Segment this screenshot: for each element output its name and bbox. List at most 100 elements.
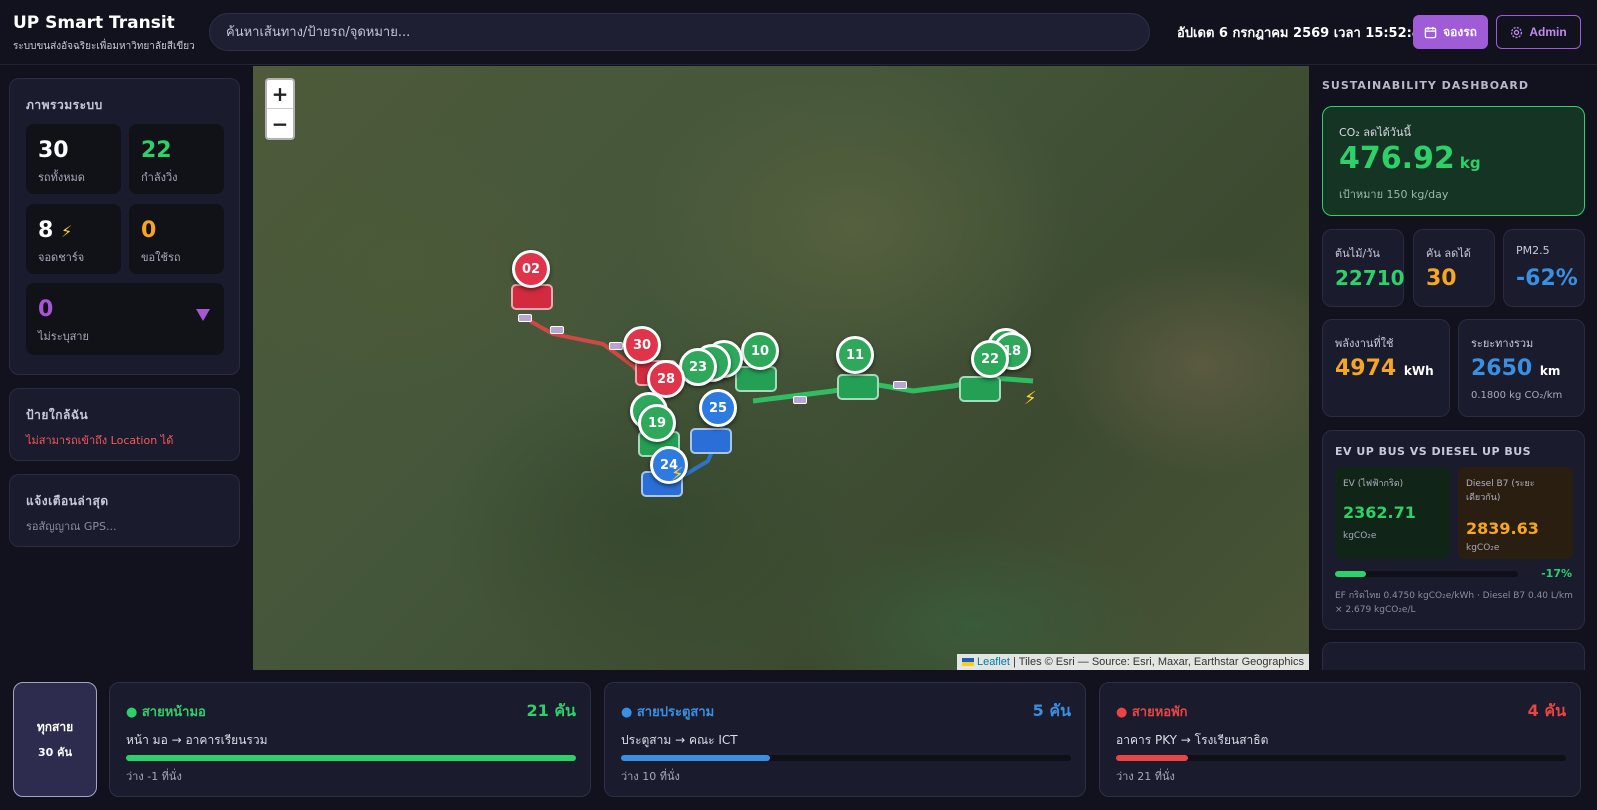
comparison-note: EF กริดไทย 0.4750 kgCO₂e/kWh · Diesel B7… [1335,591,1573,615]
route-seats: ว่าง -1 ที่นั่ง [126,770,182,783]
route-seats: ว่าง 21 ที่นั่ง [1116,770,1175,783]
bus-icon[interactable] [735,366,777,392]
energy-label: พลังงานที่ใช้ [1335,337,1394,350]
diesel-label: Diesel B7 (ระยะเดียวกัน) [1466,479,1535,503]
zoom-out-button[interactable]: − [267,109,293,138]
overview-title: ภาพรวมระบบ [26,98,103,112]
nearby-title: ป้ายใกล้ฉัน [26,408,89,422]
top-header: UP Smart Transit ระบบขนส่งอัจฉริยะเพื่อม… [0,0,1597,65]
chevron-down-icon [196,309,210,321]
admin-button[interactable]: Admin [1496,15,1581,49]
route-capacity-fill [126,755,576,761]
stat-running-value: 22 [141,138,172,163]
trees-value: 22710 [1335,266,1405,290]
ev-label: EV (ไฟฟ้ากริด) [1343,479,1404,489]
stat-requests-value: 0 [141,218,157,243]
next-card-partial [1322,642,1585,672]
bus-stop[interactable] [793,396,807,404]
pm25-card: PM2.5 -62% [1503,229,1585,307]
search-input[interactable] [209,13,1150,51]
route-seats: ว่าง 10 ที่นั่ง [621,770,680,783]
all-routes-label: ทุกสาย [36,720,74,734]
cars-value: 30 [1426,266,1457,291]
alerts-title: แจ้งเตือนล่าสุด [26,494,109,508]
diesel-box: Diesel B7 (ระยะเดียวกัน) 2839.63 kgCO₂e [1458,467,1573,559]
alerts-message: รอสัญญาณ GPS... [26,520,117,533]
distance-label: ระยะทางรวม [1471,337,1534,350]
route-name: ● สายหน้ามอ [126,705,206,720]
ev-diesel-comparison: EV UP BUS VS DIESEL UP BUS EV (ไฟฟ้ากริด… [1322,430,1585,630]
comparison-bar [1335,571,1518,577]
distance-note: 0.1800 kg CO₂/km [1471,390,1563,401]
route-card-front[interactable]: ● สายหน้ามอ 21 คัน หน้า มอ → อาคารเรียนร… [109,682,591,797]
route-count: 21 คัน [526,701,576,720]
ev-box: EV (ไฟฟ้ากริด) 2362.71 kgCO₂e [1335,467,1450,559]
pm25-label: PM2.5 [1516,244,1550,257]
route-lines [529,319,1034,488]
bus-icon[interactable] [959,376,1001,402]
comparison-bar-fill [1335,571,1367,577]
bus-marker[interactable]: 22 [971,340,1009,378]
app-subtitle: ระบบขนส่งอัจฉริยะเพื่อมหาวิทยาลัยสีเขียว [13,41,195,52]
all-routes-count: 30 คัน [37,746,72,759]
stat-total: 30 รถทั้งหมด [26,124,121,194]
alerts-card: แจ้งเตือนล่าสุด รอสัญญาณ GPS... [9,474,240,547]
last-updated: อัปเดต 6 กรกฎาคม 2569 เวลา 15:52:46 [1177,26,1430,41]
bus-icon[interactable] [690,428,732,454]
bus-icon[interactable] [837,374,879,400]
route-bar: ทุกสาย 30 คัน ● สายหน้ามอ 21 คัน หน้า มอ… [0,670,1597,810]
route-card-gate3[interactable]: ● สายประตูสาม 5 คัน ประตูสาม → คณะ ICT ว… [604,682,1086,797]
comparison-diff: -17% [1541,567,1572,580]
stat-charging-label: จอดชาร์จ [38,251,85,264]
ev-value: 2362.71 [1343,503,1416,522]
route-capacity-bar [1116,755,1566,761]
distance-unit: km [1539,364,1561,378]
bus-marker[interactable]: 25 [699,389,737,427]
attribution-text: | Tiles © Esri — Source: Esri, Maxar, Ea… [1009,656,1304,668]
leaflet-link[interactable]: Leaflet [977,656,1010,668]
bus-marker[interactable]: 10 [741,332,779,370]
cars-card: คัน ลดได้ 30 [1413,229,1495,307]
route-card-dorm[interactable]: ● สายหอพัก 4 คัน อาคาร PKY → โรงเรียนสาธ… [1099,682,1581,797]
energy-card: พลังงานที่ใช้ 4974 kWh [1322,319,1450,417]
bus-marker[interactable]: 02 [512,250,550,288]
ukraine-flag-icon [961,658,974,667]
calendar-icon [1424,26,1437,38]
route-path: อาคาร PKY → โรงเรียนสาธิต [1116,733,1269,747]
co2-card: CO₂ ลดได้วันนี้ 476.92 kg เป้าหมาย 150 k… [1322,106,1585,216]
stat-unassigned[interactable]: 0 ไม่ระบุสาย [26,283,224,355]
stat-charging: 8 ⚡ จอดชาร์จ [26,204,121,274]
bus-stop[interactable] [893,381,907,389]
stat-total-label: รถทั้งหมด [38,171,85,184]
pm25-value: -62% [1516,266,1578,291]
bus-stop[interactable] [550,326,564,334]
route-capacity-fill [1116,755,1188,761]
distance-value-row: 2650 km [1471,356,1560,381]
route-name: ● สายหอพัก [1116,705,1188,720]
bus-stop[interactable] [609,342,623,350]
energy-value-row: 4974 kWh [1335,356,1434,381]
bus-marker[interactable]: 11 [836,336,874,374]
trees-label: ต้นไม้/วัน [1335,247,1380,260]
energy-unit: kWh [1403,364,1434,378]
all-routes-button[interactable]: ทุกสาย 30 คัน [13,682,97,797]
route-path: หน้า มอ → อาคารเรียนรวม [126,733,268,747]
overview-card: ภาพรวมระบบ 30 รถทั้งหมด 22 กำลังวิ่ง 8 ⚡… [9,78,240,375]
bus-marker[interactable]: 30 [623,326,661,364]
zoom-control: + − [265,78,295,140]
energy-value: 4974 [1335,356,1397,381]
route-capacity-bar [126,755,576,761]
diesel-value: 2839.63 [1466,519,1539,538]
book-bus-button[interactable]: จองรถ [1413,15,1488,49]
distance-value: 2650 [1471,356,1533,381]
zoom-in-button[interactable]: + [267,80,293,109]
stat-running: 22 กำลังวิ่ง [129,124,224,194]
bus-marker[interactable]: 19 [638,404,676,442]
map-view[interactable]: 02 30 10 11 23 28 18 22 25 19 24 ⚡ ⚡ + −… [253,66,1309,670]
route-count: 5 คัน [1032,701,1071,720]
route-name: ● สายประตูสาม [621,705,715,720]
route-capacity-bar [621,755,1071,761]
stat-total-value: 30 [38,138,69,163]
bus-stop[interactable] [518,314,532,322]
stat-unassigned-value: 0 [38,297,54,322]
